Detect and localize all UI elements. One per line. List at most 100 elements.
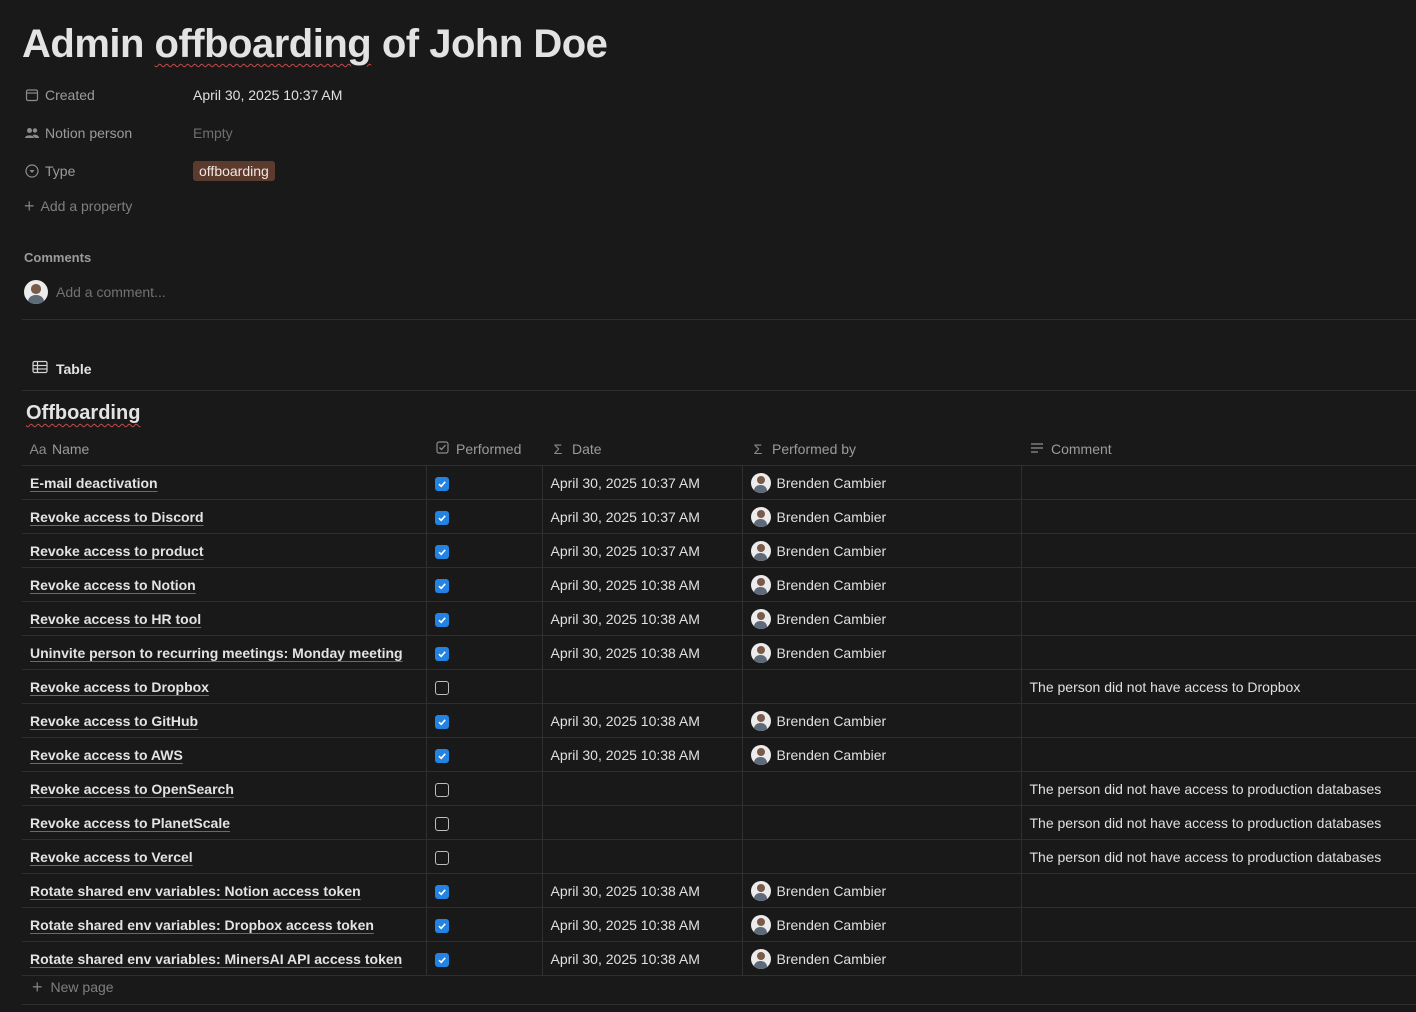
name-cell[interactable]: Rotate shared env variables: Notion acce… (22, 873, 426, 908)
name-cell[interactable]: E-mail deactivation (22, 465, 426, 500)
performed-cell[interactable] (425, 737, 542, 772)
database-title[interactable]: Offboarding (26, 402, 140, 425)
comment-cell[interactable]: The person did not have access to produc… (1020, 771, 1416, 806)
column-header-performed-by[interactable]: Σ Performed by (742, 432, 1021, 466)
name-cell[interactable]: Revoke access to Dropbox (22, 669, 426, 704)
performed-checkbox[interactable] (434, 544, 449, 559)
comment-cell[interactable] (1020, 873, 1416, 908)
performed-checkbox[interactable] (434, 680, 449, 695)
comment-cell[interactable] (1020, 567, 1416, 602)
row-title[interactable]: E-mail deactivation (30, 475, 158, 491)
performed-cell[interactable] (425, 465, 542, 500)
comment-cell[interactable]: The person did not have access to produc… (1020, 839, 1416, 874)
performed-cell[interactable] (425, 567, 542, 602)
performed-checkbox[interactable] (434, 850, 449, 865)
name-cell[interactable]: Revoke access to HR tool (22, 601, 426, 636)
performed-checkbox[interactable] (434, 816, 449, 831)
table-row[interactable]: Revoke access to OpenSearch The person di… (22, 771, 1416, 806)
column-header-comment[interactable]: Comment (1021, 432, 1416, 466)
performed-checkbox[interactable] (434, 714, 449, 729)
column-header-date[interactable]: Σ Date (542, 432, 742, 466)
table-row[interactable]: Rotate shared env variables: MinersAI AP… (22, 941, 1416, 976)
performed-cell[interactable] (425, 805, 542, 840)
row-title[interactable]: Revoke access to OpenSearch (30, 781, 234, 797)
table-row[interactable]: Uninvite person to recurring meetings: M… (22, 635, 1416, 670)
row-title[interactable]: Rotate shared env variables: MinersAI AP… (30, 951, 402, 967)
performed-checkbox[interactable] (434, 476, 449, 491)
comment-cell[interactable] (1020, 533, 1416, 568)
column-header-performed[interactable]: Performed (426, 432, 542, 466)
row-title[interactable]: Revoke access to Notion (30, 577, 196, 593)
table-row[interactable]: Revoke access to HR tool April 30, 2025 1… (22, 601, 1416, 636)
name-cell[interactable]: Rotate shared env variables: Dropbox acc… (22, 907, 426, 942)
row-title[interactable]: Revoke access to Vercel (30, 849, 193, 865)
comment-cell[interactable] (1020, 941, 1416, 976)
row-title[interactable]: Revoke access to Discord (30, 509, 204, 525)
performed-cell[interactable] (425, 533, 542, 568)
row-title[interactable]: Rotate shared env variables: Notion acce… (30, 883, 361, 899)
performed-cell[interactable] (425, 703, 542, 738)
name-cell[interactable]: Revoke access to AWS (22, 737, 426, 772)
row-title[interactable]: Revoke access to Dropbox (30, 679, 209, 695)
row-title[interactable]: Rotate shared env variables: Dropbox acc… (30, 917, 374, 933)
row-title[interactable]: Revoke access to PlanetScale (30, 815, 230, 831)
performed-checkbox[interactable] (434, 782, 449, 797)
property-created[interactable]: Created April 30, 2025 10:37 AM (24, 82, 342, 108)
table-row[interactable]: Revoke access to PlanetScale The person d… (22, 805, 1416, 840)
name-cell[interactable]: Revoke access to OpenSearch (22, 771, 426, 806)
performed-checkbox[interactable] (434, 510, 449, 525)
new-page-button[interactable]: + New page (32, 978, 114, 996)
table-row[interactable]: Revoke access to GitHub April 30, 2025 10… (22, 703, 1416, 738)
add-property-button[interactable]: + Add a property (24, 197, 132, 215)
performed-cell[interactable] (425, 771, 542, 806)
table-row[interactable]: Rotate shared env variables: Dropbox acc… (22, 907, 1416, 942)
name-cell[interactable]: Revoke access to GitHub (22, 703, 426, 738)
performed-checkbox[interactable] (434, 612, 449, 627)
name-cell[interactable]: Revoke access to Notion (22, 567, 426, 602)
row-title[interactable]: Uninvite person to recurring meetings: M… (30, 645, 403, 661)
table-row[interactable]: Revoke access to Vercel The person did no… (22, 839, 1416, 874)
row-title[interactable]: Revoke access to AWS (30, 747, 183, 763)
property-notion-person[interactable]: Notion person Empty (24, 120, 233, 146)
row-title[interactable]: Revoke access to HR tool (30, 611, 201, 627)
comment-cell[interactable] (1020, 601, 1416, 636)
tab-table[interactable]: Table (32, 360, 92, 377)
comment-cell[interactable] (1020, 703, 1416, 738)
row-title[interactable]: Revoke access to product (30, 543, 204, 559)
table-row[interactable]: Revoke access to AWS April 30, 2025 10:38… (22, 737, 1416, 772)
performed-checkbox[interactable] (434, 952, 449, 967)
performed-cell[interactable] (425, 941, 542, 976)
name-cell[interactable]: Revoke access to Discord (22, 499, 426, 534)
comment-cell[interactable] (1020, 907, 1416, 942)
name-cell[interactable]: Revoke access to product (22, 533, 426, 568)
performed-checkbox[interactable] (434, 646, 449, 661)
comment-input[interactable]: Add a comment... (56, 284, 166, 300)
comment-cell[interactable]: The person did not have access to produc… (1020, 805, 1416, 840)
performed-cell[interactable] (425, 907, 542, 942)
performed-checkbox[interactable] (434, 884, 449, 899)
column-header-name[interactable]: Aa Name (22, 432, 426, 466)
comment-cell[interactable] (1020, 499, 1416, 534)
performed-cell[interactable] (425, 839, 542, 874)
comment-cell[interactable] (1020, 635, 1416, 670)
comment-composer[interactable]: Add a comment... (24, 280, 166, 304)
table-row[interactable]: Rotate shared env variables: Notion acce… (22, 873, 1416, 908)
performed-checkbox[interactable] (434, 918, 449, 933)
name-cell[interactable]: Uninvite person to recurring meetings: M… (22, 635, 426, 670)
name-cell[interactable]: Rotate shared env variables: MinersAI AP… (22, 941, 426, 976)
table-row[interactable]: Revoke access to Notion April 30, 2025 10… (22, 567, 1416, 602)
table-row[interactable]: Revoke access to product April 30, 2025 1… (22, 533, 1416, 568)
name-cell[interactable]: Revoke access to PlanetScale (22, 805, 426, 840)
comment-cell[interactable] (1020, 737, 1416, 772)
performed-cell[interactable] (425, 635, 542, 670)
performed-cell[interactable] (425, 499, 542, 534)
table-row[interactable]: E-mail deactivation April 30, 2025 10:37 … (22, 465, 1416, 500)
performed-checkbox[interactable] (434, 578, 449, 593)
property-type[interactable]: Type offboarding (24, 158, 275, 184)
comment-cell[interactable]: The person did not have access to Dropbo… (1020, 669, 1416, 704)
type-tag[interactable]: offboarding (193, 161, 275, 181)
performed-cell[interactable] (425, 601, 542, 636)
name-cell[interactable]: Revoke access to Vercel (22, 839, 426, 874)
page-title[interactable]: Admin offboarding of John Doe (22, 22, 608, 67)
table-row[interactable]: Revoke access to Dropbox The person did n… (22, 669, 1416, 704)
